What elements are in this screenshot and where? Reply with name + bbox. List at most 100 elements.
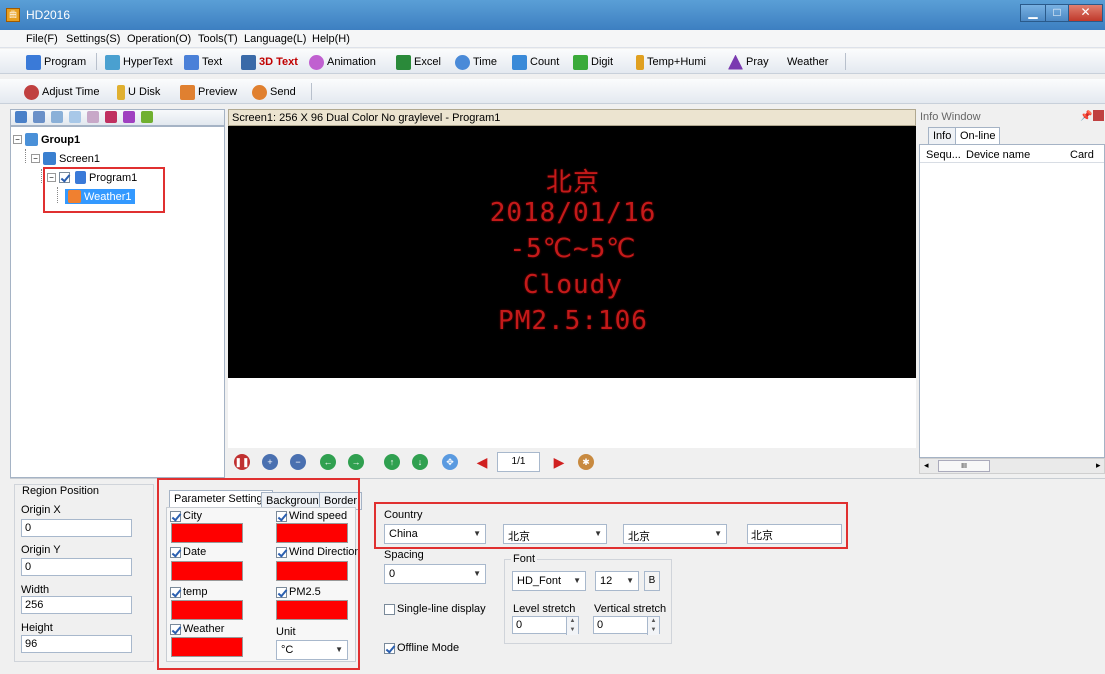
excel-button[interactable]: Excel: [396, 53, 441, 71]
prev-page-icon[interactable]: ◀: [474, 454, 490, 470]
zoom-out-button[interactable]: −: [290, 454, 306, 470]
height-field[interactable]: 96: [21, 635, 132, 653]
move-down-button[interactable]: ↓: [412, 454, 428, 470]
single-line-label: Single-line display: [397, 603, 486, 615]
menu-operation[interactable]: Operation(O): [127, 33, 191, 45]
toolbar-actions: Adjust Time U Disk Preview Send: [0, 79, 1105, 104]
close-panel-icon[interactable]: [1093, 110, 1104, 121]
spacing-select[interactable]: 0: [384, 564, 486, 584]
pin-icon[interactable]: 📌: [1080, 111, 1092, 122]
pause-button[interactable]: ❚❚: [234, 454, 250, 470]
animation-button[interactable]: Animation: [309, 53, 376, 71]
3d-text-button[interactable]: 3D Text: [241, 53, 298, 71]
origin-y-field[interactable]: 0: [21, 558, 132, 576]
count-label: Count: [530, 56, 560, 68]
font-size-select[interactable]: 12: [595, 571, 639, 591]
origin-x-label: Origin X: [21, 504, 61, 516]
group-icon: [25, 133, 38, 146]
width-label: Width: [21, 584, 50, 596]
program-button[interactable]: Program: [26, 53, 86, 71]
program-label: Program: [44, 56, 87, 68]
single-line-checkbox[interactable]: [384, 603, 395, 615]
check-icon[interactable]: [123, 111, 135, 123]
single-line-option[interactable]: Single-line display: [384, 603, 486, 615]
3d-text-label: 3D Text: [259, 56, 298, 68]
region-title: Region Position: [22, 485, 100, 497]
menu-file[interactable]: File(F): [26, 33, 58, 45]
group-label: Group1: [41, 133, 81, 146]
3d-text-icon: [241, 54, 256, 70]
level-stretch-spinner[interactable]: ▲ ▼: [566, 617, 578, 635]
maximize-button[interactable]: □: [1045, 4, 1069, 22]
copy-icon[interactable]: [33, 111, 45, 123]
scroll-thumb[interactable]: III: [938, 460, 990, 472]
u-disk-button[interactable]: U Disk: [117, 83, 160, 101]
tree-toolbar: [10, 109, 225, 126]
next-page-icon[interactable]: ▶: [551, 454, 567, 470]
move-left-button[interactable]: ←: [320, 454, 336, 470]
move-up-icon[interactable]: [69, 111, 81, 123]
excel-label: Excel: [414, 56, 441, 68]
level-stretch-value: 0: [516, 619, 523, 631]
tab-info[interactable]: Info: [928, 127, 957, 145]
search-icon[interactable]: [141, 111, 153, 123]
led-line-temp: -5℃~5℃: [509, 234, 637, 264]
move-down-icon[interactable]: [87, 111, 99, 123]
menu-language[interactable]: Language(L): [244, 33, 306, 45]
toolbar-insert: Program HyperText Text 3D Text Animation…: [0, 49, 1105, 74]
temp-humi-button[interactable]: Temp+Humi: [636, 53, 706, 71]
save-icon[interactable]: [15, 111, 27, 123]
origin-x-field[interactable]: 0: [21, 519, 132, 537]
count-icon: [512, 54, 527, 70]
level-stretch-field[interactable]: 0 ▲ ▼: [512, 616, 579, 635]
digit-button[interactable]: Digit: [573, 53, 613, 71]
bold-button[interactable]: B: [644, 571, 660, 591]
time-button[interactable]: Time: [455, 53, 497, 71]
horizontal-scrollbar[interactable]: ◂ III ▸: [919, 458, 1105, 474]
settings-gear-icon[interactable]: ✱: [578, 454, 594, 470]
pray-button[interactable]: Pray: [728, 53, 769, 71]
animation-icon: [309, 54, 324, 70]
delete-icon[interactable]: [105, 111, 117, 123]
fit-button[interactable]: ✥: [442, 454, 458, 470]
animation-label: Animation: [327, 56, 376, 68]
collapse-icon[interactable]: −: [13, 135, 22, 144]
text-button[interactable]: Text: [184, 53, 222, 71]
font-family-select[interactable]: HD_Font: [512, 571, 586, 591]
device-list: Sequ... Device name Card: [919, 144, 1105, 458]
tree-item-group[interactable]: − Group1: [13, 133, 80, 146]
column-card[interactable]: Card: [1070, 149, 1094, 161]
paste-icon[interactable]: [51, 111, 63, 123]
menu-help[interactable]: Help(H): [312, 33, 350, 45]
offline-mode-checkbox[interactable]: [384, 642, 395, 654]
pray-label: Pray: [746, 56, 769, 68]
zoom-in-button[interactable]: +: [262, 454, 278, 470]
preview-button[interactable]: Preview: [180, 83, 237, 101]
preview-header: Screen1: 256 X 96 Dual Color No grayleve…: [228, 109, 916, 126]
excel-icon: [396, 54, 411, 70]
vertical-stretch-spinner[interactable]: ▲ ▼: [647, 617, 659, 635]
vertical-stretch-value: 0: [597, 619, 604, 631]
menu-tools[interactable]: Tools(T): [198, 33, 238, 45]
vertical-stretch-field[interactable]: 0 ▲ ▼: [593, 616, 660, 635]
move-right-button[interactable]: →: [348, 454, 364, 470]
adjust-time-button[interactable]: Adjust Time: [24, 83, 99, 101]
move-up-button[interactable]: ↑: [384, 454, 400, 470]
width-field[interactable]: 256: [21, 596, 132, 614]
minimize-button[interactable]: ▁: [1020, 4, 1046, 22]
column-sequence[interactable]: Sequ...: [926, 149, 961, 161]
close-button[interactable]: ✕: [1068, 4, 1103, 22]
level-stretch-label: Level stretch: [513, 603, 576, 615]
menu-settings[interactable]: Settings(S): [66, 33, 120, 45]
count-button[interactable]: Count: [512, 53, 559, 71]
hypertext-button[interactable]: HyperText: [105, 53, 173, 71]
digit-label: Digit: [591, 56, 614, 68]
tab-online[interactable]: On-line: [955, 127, 1001, 145]
font-label: Font: [511, 553, 538, 565]
send-button[interactable]: Send: [252, 83, 296, 101]
column-device-name[interactable]: Device name: [966, 149, 1030, 161]
offline-mode-option[interactable]: Offline Mode: [384, 642, 459, 654]
weather-button[interactable]: Weather: [787, 53, 828, 71]
collapse-icon[interactable]: −: [31, 154, 40, 163]
tree-item-screen[interactable]: − Screen1: [31, 152, 100, 165]
